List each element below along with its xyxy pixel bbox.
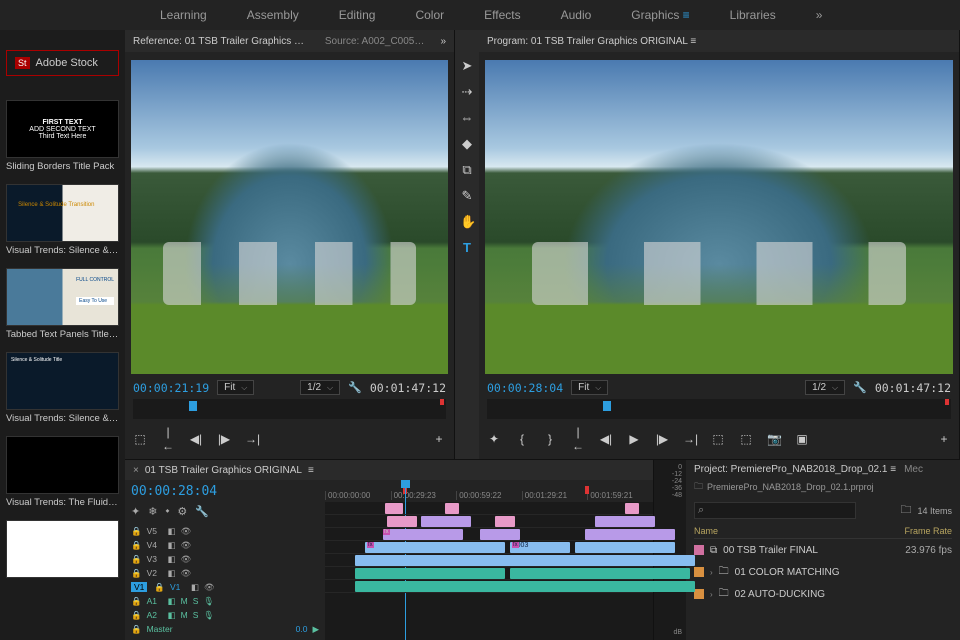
tab-color[interactable]: Color [415,8,444,22]
mark-out-button[interactable]: } [543,432,557,446]
adobe-stock-label: Adobe Stock [36,57,98,69]
workspace-tabs: Learning Assembly Editing Color Effects … [0,0,960,30]
overflow-icon[interactable]: » [440,36,446,47]
play-icon[interactable]: ▶ [627,432,641,446]
compare-icon[interactable]: ▣ [795,432,809,446]
tab-effects[interactable]: Effects [484,8,520,22]
program-monitor: Program: 01 TSB Trailer Graphics ORIGINA… [479,30,960,459]
prog-fit-dropdown[interactable]: Fit⌵ [571,380,608,395]
sequence-icon: ⧉ [710,545,717,556]
tab-audio[interactable]: Audio [561,8,592,22]
step-fwd-icon[interactable]: |▶ [655,432,669,446]
tab-learning[interactable]: Learning [160,8,207,22]
selection-tool-icon[interactable]: ➤ [460,58,474,72]
search-icon: ⌕ [698,504,704,517]
prog-timecode-out: 00:01:47:12 [875,381,951,395]
program-tab[interactable]: Program: 01 TSB Trailer Graphics ORIGINA… [487,36,696,47]
plus-icon[interactable]: + [937,432,951,446]
mogrt-item[interactable]: FIRST TEXTADD SECOND TEXTThird Text Here… [6,100,119,180]
step-fwd-icon[interactable]: |▶ [217,432,231,446]
close-icon[interactable]: × [133,465,139,476]
prog-timecode-in[interactable]: 00:00:28:04 [487,381,563,395]
source-tab[interactable]: Source: A002_C005_02131 [325,36,425,47]
ripple-tool-icon[interactable]: ⇔ [460,110,474,124]
folder-icon: 🗀 [719,564,729,581]
reference-tab[interactable]: Reference: 01 TSB Trailer Graphics ORIGI… [133,36,309,47]
mogrt-item[interactable] [6,520,119,589]
adobe-stock-button[interactable]: St Adobe Stock [6,50,119,76]
project-search-input[interactable] [694,502,856,519]
wrench-icon[interactable]: 🔧 [195,505,209,518]
project-tab[interactable]: Project: PremierePro_NAB2018_Drop_02.1 ≡ [694,464,896,475]
reference-video[interactable] [131,60,448,374]
wrench-icon[interactable]: 🔧 [348,381,362,394]
program-video[interactable] [485,60,953,374]
mogrt-item[interactable]: Silence & Solitude TitleVisual Trends: S… [6,352,119,432]
project-item[interactable]: ⧉00 TSB Trailer FINAL23.976 fps [694,539,952,561]
stock-icon: St [15,57,30,69]
ref-res-dropdown[interactable]: 1/2⌵ [300,380,340,395]
go-out-icon[interactable]: →| [683,432,697,446]
tab-libraries[interactable]: Libraries [730,8,776,22]
project-panel: 0-12-24-36-48 dB Project: PremierePro_NA… [654,460,960,640]
mark-in-button[interactable]: { [515,432,529,446]
project-item[interactable]: ›🗀01 COLOR MATCHING [694,561,952,583]
mogrt-item[interactable]: FULL CONTROLEasy To UseTabbed Text Panel… [6,268,119,348]
reference-monitor: Reference: 01 TSB Trailer Graphics ORIGI… [125,30,455,459]
project-item[interactable]: ›🗀02 AUTO-DUCKING [694,583,952,605]
export-frame-icon[interactable]: 📷 [767,432,781,446]
add-marker-icon[interactable]: ✦ [487,432,501,446]
essential-graphics-panel: St Adobe Stock FIRST TEXTADD SECOND TEXT… [0,30,125,640]
type-tool-icon[interactable]: T [460,240,474,254]
slip-tool-icon[interactable]: ⧉ [460,162,474,176]
snap-icon[interactable]: ✦ [131,505,140,518]
track-select-tool-icon[interactable]: ⇢ [460,84,474,98]
ref-fit-dropdown[interactable]: Fit⌵ [217,380,254,395]
link-icon[interactable]: ❄ [148,505,157,518]
pen-tool-icon[interactable]: ✎ [460,188,474,202]
ref-timecode-out: 00:01:47:12 [370,381,446,395]
prog-scrubber[interactable] [487,399,951,419]
mark-out-icon[interactable]: →| [245,432,259,446]
marker-icon[interactable]: ⬩ [165,505,169,518]
step-back-icon[interactable]: ◀| [599,432,613,446]
bin-icon: 🗀 [694,479,703,495]
go-in-icon[interactable]: |← [571,425,585,453]
prog-res-dropdown[interactable]: 1/2⌵ [805,380,845,395]
insert-icon[interactable]: ⬚ [133,432,147,446]
mogrt-item[interactable]: Visual Trends: The Fluid … [6,436,119,516]
plus-icon[interactable]: + [432,432,446,446]
mogrt-item[interactable]: Silence & Solitude TransitionVisual Tren… [6,184,119,264]
timeline-timecode[interactable]: 00:00:28:04 [131,484,319,499]
tools-panel: ➤ ⇢ ⇔ ◆ ⧉ ✎ ✋ T [455,30,479,459]
tab-assembly[interactable]: Assembly [247,8,299,22]
razor-tool-icon[interactable]: ◆ [460,136,474,150]
filter-icon[interactable]: 🗀 [900,501,911,520]
hand-tool-icon[interactable]: ✋ [460,214,474,228]
overflow-icon[interactable]: » [816,8,823,22]
settings-icon[interactable]: ⚙ [177,505,187,518]
wrench-icon[interactable]: 🔧 [853,381,867,394]
item-count: 14 Items [917,506,952,516]
timeline-tracks[interactable]: 00:00:00:0000:00:29:2300:00:59:2200:01:2… [325,480,653,640]
ref-timecode-in[interactable]: 00:00:21:19 [133,381,209,395]
ref-scrubber[interactable] [133,399,446,419]
lift-icon[interactable]: ⬚ [711,432,725,446]
mark-in-icon[interactable]: |← [161,425,175,453]
tab-graphics[interactable]: Graphics ≡ [631,8,689,22]
tab-editing[interactable]: Editing [339,8,376,22]
folder-icon: 🗀 [719,586,729,603]
sequence-name[interactable]: 01 TSB Trailer Graphics ORIGINAL [145,465,302,476]
extract-icon[interactable]: ⬚ [739,432,753,446]
timeline-panel: ×01 TSB Trailer Graphics ORIGINAL ≡ 00:0… [125,460,654,640]
step-back-icon[interactable]: ◀| [189,432,203,446]
